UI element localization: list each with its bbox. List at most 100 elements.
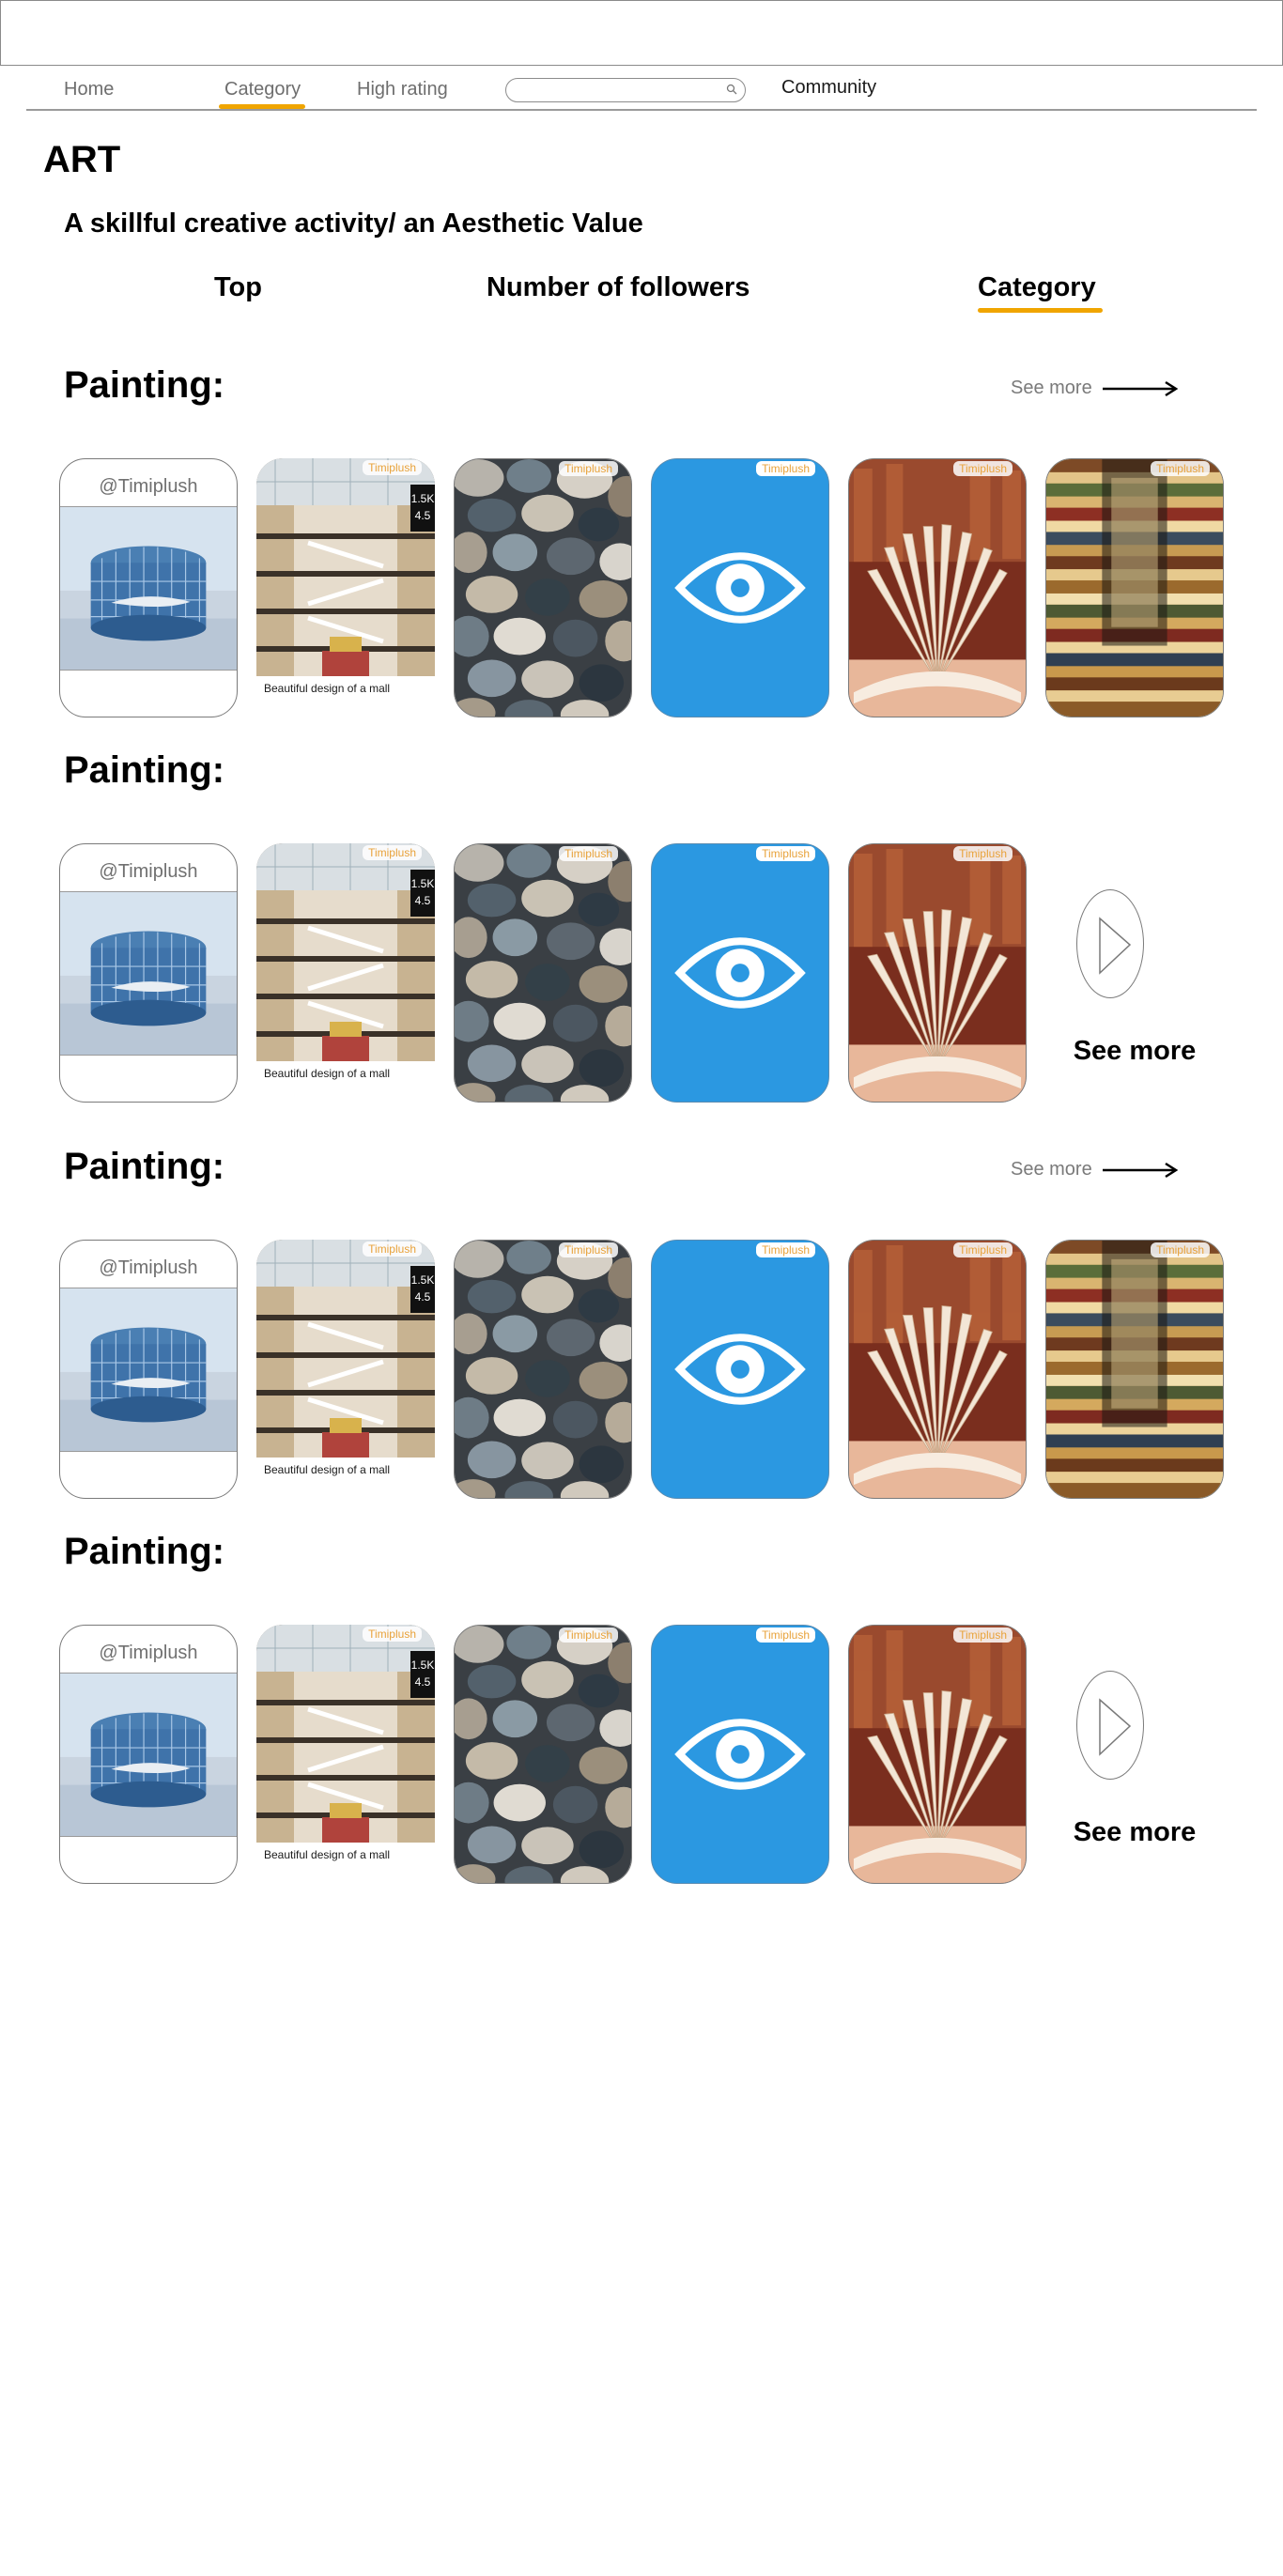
rating-value: 4.5	[414, 509, 431, 522]
see-more-tile[interactable]: See more	[1045, 1625, 1224, 1884]
mall-caption: Beautiful design of a mall	[264, 1067, 391, 1080]
card-mall[interactable]: Timiplush 1.5K 4.5 Beautiful design of a ma…	[256, 843, 435, 1103]
nav-community[interactable]: Community	[781, 77, 876, 99]
card-mall[interactable]: Timiplush 1.5K 4.5 Beautiful design of a ma…	[256, 1625, 435, 1884]
see-more-link[interactable]: See more	[1011, 1159, 1179, 1180]
brand-tag: Timiplush	[953, 846, 1012, 861]
tab-top[interactable]: Top	[214, 272, 262, 303]
card-profile[interactable]: @Timiplush	[59, 1625, 238, 1884]
nav-high-rating[interactable]: High rating	[357, 79, 448, 100]
brand-tag: Timiplush	[953, 1242, 1012, 1257]
brand-tag: Timiplush	[363, 460, 422, 475]
card-open-book[interactable]: Timiplush	[848, 458, 1027, 717]
card-book-stack[interactable]: Timiplush	[1045, 458, 1224, 717]
card-pebbles[interactable]: Timiplush	[454, 1240, 632, 1499]
arrow-right-icon	[1102, 1162, 1179, 1178]
profile-handle: @Timiplush	[99, 1257, 198, 1278]
mall-photo	[256, 458, 435, 676]
card-mall[interactable]: Timiplush 1.5K 4.5 Beautiful design of a ma…	[256, 458, 435, 717]
card-pebbles[interactable]: Timiplush	[454, 843, 632, 1103]
play-circle[interactable]	[1076, 889, 1144, 998]
brand-tag: Timiplush	[559, 1242, 618, 1257]
brand-tag: Timiplush	[756, 461, 815, 476]
profile-photo	[60, 891, 237, 1056]
mall-caption: Beautiful design of a mall	[264, 1463, 391, 1476]
section-title: Painting:	[64, 364, 225, 406]
card-pebbles[interactable]: Timiplush	[454, 1625, 632, 1884]
section-title: Painting:	[64, 749, 225, 791]
arrow-right-icon	[1102, 380, 1179, 396]
card-eye-app[interactable]: Timiplush	[651, 458, 829, 717]
tab-active-underline	[978, 308, 1103, 313]
tab-number-of-followers[interactable]: Number of followers	[487, 272, 750, 303]
search-input[interactable]	[505, 78, 746, 102]
brand-tag: Timiplush	[363, 845, 422, 860]
brand-tag: Timiplush	[1151, 1242, 1210, 1257]
see-more-link[interactable]: See more	[1011, 378, 1179, 399]
followers-count: 1.5K	[410, 1658, 435, 1672]
card-open-book[interactable]: Timiplush	[848, 1625, 1027, 1884]
card-open-book[interactable]: Timiplush	[848, 1240, 1027, 1499]
card-eye-app[interactable]: Timiplush	[651, 1240, 829, 1499]
brand-tag: Timiplush	[559, 846, 618, 861]
card-profile[interactable]: @Timiplush	[59, 458, 238, 717]
brand-tag: Timiplush	[1151, 461, 1210, 476]
profile-photo	[60, 506, 237, 671]
nav-home[interactable]: Home	[64, 79, 114, 100]
brand-tag: Timiplush	[756, 1242, 815, 1257]
brand-tag: Timiplush	[756, 846, 815, 861]
rating-value: 4.5	[414, 1675, 431, 1689]
top-banner	[0, 0, 1283, 66]
followers-count: 1.5K	[410, 877, 435, 890]
play-circle[interactable]	[1076, 1671, 1144, 1780]
mall-stats: 1.5K 4.5	[410, 1266, 435, 1313]
followers-count: 1.5K	[410, 1273, 435, 1287]
card-book-stack[interactable]: Timiplush	[1045, 1240, 1224, 1499]
card-eye-app[interactable]: Timiplush	[651, 843, 829, 1103]
profile-photo	[60, 1673, 237, 1837]
card-profile[interactable]: @Timiplush	[59, 843, 238, 1103]
mall-photo	[256, 1240, 435, 1458]
section-title: Painting:	[64, 1531, 225, 1572]
card-open-book[interactable]: Timiplush	[848, 843, 1027, 1103]
brand-tag: Timiplush	[756, 1627, 815, 1643]
card-mall[interactable]: Timiplush 1.5K 4.5 Beautiful design of a ma…	[256, 1240, 435, 1499]
eye-icon	[652, 1241, 828, 1498]
brand-tag: Timiplush	[953, 461, 1012, 476]
rating-value: 4.5	[414, 894, 431, 907]
brand-tag: Timiplush	[559, 1627, 618, 1643]
brand-tag: Timiplush	[363, 1627, 422, 1642]
mall-photo	[256, 1625, 435, 1843]
play-triangle-icon	[1099, 917, 1132, 975]
section-title: Painting:	[64, 1146, 225, 1187]
brand-tag: Timiplush	[953, 1627, 1012, 1643]
eye-icon	[652, 844, 828, 1102]
nav-category[interactable]: Category	[224, 79, 301, 100]
tab-category[interactable]: Category	[978, 272, 1096, 303]
mall-caption: Beautiful design of a mall	[264, 1848, 391, 1861]
followers-count: 1.5K	[410, 492, 435, 505]
see-more-label: See more	[1073, 1817, 1197, 1847]
rating-value: 4.5	[414, 1290, 431, 1303]
profile-handle: @Timiplush	[99, 1643, 198, 1663]
profile-photo	[60, 1288, 237, 1452]
nav-divider	[26, 109, 1257, 111]
see-more-tile[interactable]: See more	[1045, 843, 1224, 1103]
search-icon[interactable]	[726, 84, 737, 95]
brand-tag: Timiplush	[363, 1242, 422, 1257]
page-subtitle: A skillful creative activity/ an Aesthet…	[64, 208, 643, 239]
mall-stats: 1.5K 4.5	[410, 1651, 435, 1698]
profile-handle: @Timiplush	[99, 861, 198, 882]
play-triangle-icon	[1099, 1698, 1132, 1756]
mall-photo	[256, 843, 435, 1061]
card-profile[interactable]: @Timiplush	[59, 1240, 238, 1499]
card-pebbles[interactable]: Timiplush	[454, 458, 632, 717]
mall-caption: Beautiful design of a mall	[264, 682, 391, 695]
card-eye-app[interactable]: Timiplush	[651, 1625, 829, 1884]
see-more-label: See more	[1073, 1036, 1197, 1066]
profile-handle: @Timiplush	[99, 476, 198, 497]
brand-tag: Timiplush	[559, 461, 618, 476]
mall-stats: 1.5K 4.5	[410, 870, 435, 917]
page-title: ART	[43, 139, 121, 180]
see-more-label: See more	[1011, 1159, 1092, 1180]
